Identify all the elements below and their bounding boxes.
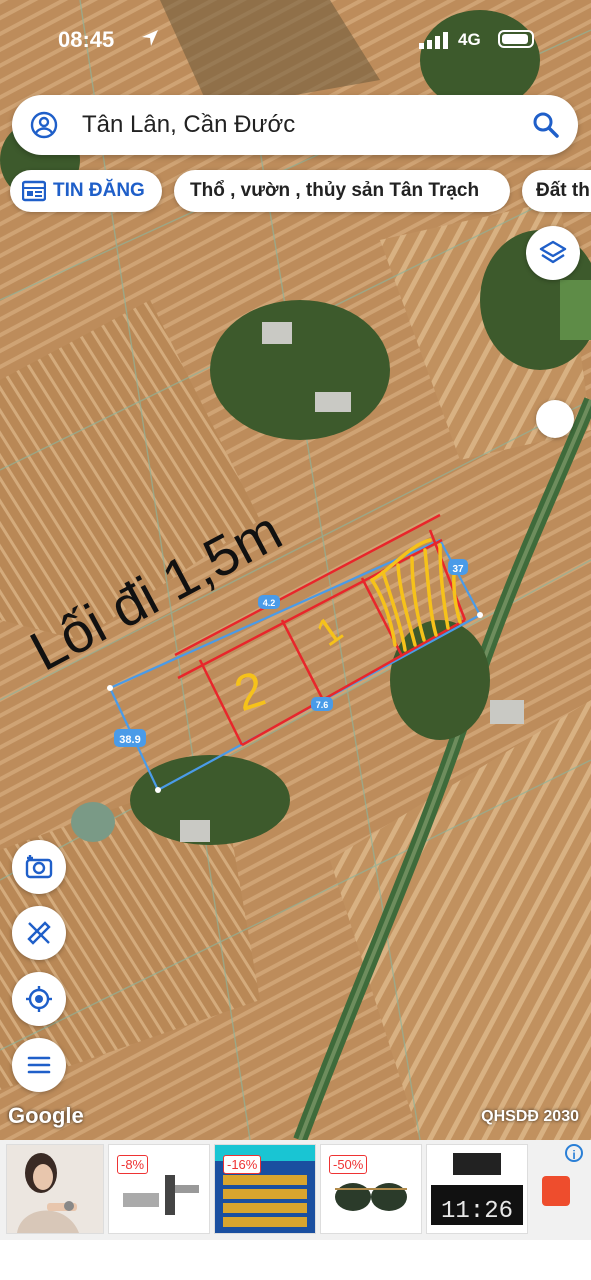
my-location-button[interactable] (12, 972, 66, 1026)
listing-icon (22, 180, 46, 202)
dimension-badge-7-6: 7.6 (311, 697, 333, 711)
menu-icon (27, 1056, 51, 1074)
ad-product-2[interactable]: -8% (108, 1144, 210, 1234)
ruler-pencil-icon (27, 921, 51, 945)
camera-button[interactable] (12, 840, 66, 894)
camera-icon (25, 855, 53, 879)
account-icon[interactable] (30, 111, 58, 139)
ad-product-3[interactable]: -16% (214, 1144, 316, 1234)
status-time: 08:45 (58, 27, 115, 52)
ad-banner[interactable]: -8% -16% -50% 11:26 i (0, 1140, 591, 1240)
ad-info-icon[interactable]: i (565, 1144, 583, 1162)
svg-text:37: 37 (452, 564, 464, 575)
ad-image-clock: 11:26 (427, 1145, 527, 1233)
crosshair-icon (26, 986, 52, 1012)
dimension-badge-38-9: 38.9 (114, 729, 146, 747)
svg-text:7.6: 7.6 (316, 700, 329, 710)
dimension-badge-4-2: 4.2 (258, 595, 280, 609)
search-icon[interactable] (532, 111, 560, 139)
discount-badge: -50% (329, 1155, 368, 1174)
ad-image-person (7, 1145, 103, 1233)
status-bar: 08:45 4G (0, 0, 591, 80)
discount-badge: -8% (117, 1155, 149, 1174)
search-input[interactable]: Tân Lân, Cần Đước (82, 111, 295, 139)
location-arrow-icon (142, 30, 158, 46)
search-bar[interactable]: Tân Lân, Cần Đước (12, 95, 578, 155)
clock-readout: 11:26 (441, 1198, 513, 1225)
svg-text:4.2: 4.2 (263, 598, 276, 608)
measure-button[interactable] (12, 906, 66, 960)
ad-product-1[interactable] (6, 1144, 104, 1234)
layers-button[interactable] (526, 226, 580, 280)
google-attribution: Google (8, 1103, 84, 1128)
chip-tan-trach[interactable]: Thổ , vườn , thủy sản Tân Trạch (174, 170, 510, 212)
shopee-icon[interactable] (542, 1176, 570, 1206)
signal-icon (419, 32, 448, 49)
ad-product-4[interactable]: -50% (320, 1144, 422, 1234)
battery-icon (498, 30, 534, 48)
menu-button[interactable] (12, 1038, 66, 1092)
layers-icon (539, 240, 567, 264)
bottom-bar (0, 1240, 591, 1280)
network-type: 4G (458, 30, 481, 49)
ad-product-5[interactable]: 11:26 (426, 1144, 528, 1234)
dimension-badge-37: 37 (448, 559, 468, 575)
filter-chips: TIN ĐĂNG Thổ , vườn , thủy sản Tân Trạch… (10, 170, 591, 214)
chip-dat[interactable]: Đất th (522, 170, 591, 212)
chip-listings[interactable]: TIN ĐĂNG (10, 170, 162, 212)
map-handle[interactable] (536, 400, 574, 438)
overlay-label[interactable]: QHSDĐ 2030 (481, 1108, 579, 1126)
satellite-map[interactable]: 2 1 Lối đi 1,5m 38.9 37 4.2 7.6 08:45 4G (0, 0, 591, 1140)
svg-text:38.9: 38.9 (119, 734, 140, 746)
chip-listings-label: TIN ĐĂNG (53, 180, 145, 201)
discount-badge: -16% (223, 1155, 262, 1174)
